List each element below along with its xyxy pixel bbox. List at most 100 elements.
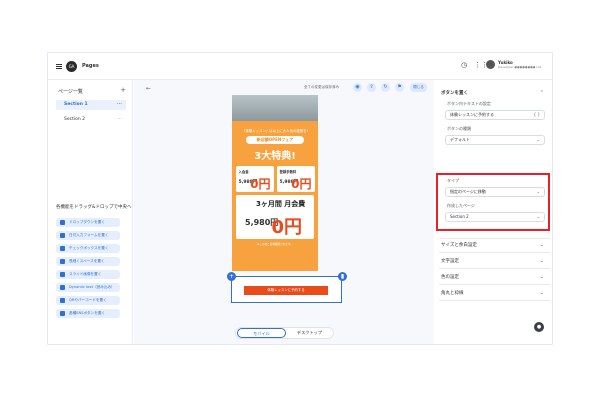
save-status: 全ての変更は保存済み bbox=[304, 85, 339, 89]
section-corner-border[interactable]: 角丸と枠線 bbox=[441, 290, 464, 296]
delete-icon[interactable]: ▮ bbox=[338, 272, 347, 281]
cta-button[interactable]: 体験レッスンに予約する bbox=[244, 286, 328, 295]
chevron-down-icon: ⌄ bbox=[536, 137, 540, 142]
benefit-label: 3ヶ月間 月会費 bbox=[256, 200, 306, 208]
chevron-down-icon[interactable]: ⌄ bbox=[540, 258, 544, 264]
sns-icon bbox=[60, 311, 65, 316]
tool-label: 各種SNSボタンを置く bbox=[69, 311, 106, 315]
menu-icon[interactable] bbox=[56, 63, 62, 69]
variable-icon[interactable]: { } bbox=[534, 111, 540, 119]
benefit-new-price: 0円 bbox=[291, 177, 312, 191]
tool-label: QRやバーコードを置く bbox=[69, 298, 107, 302]
tool-slide-image[interactable]: スライド画像を置く bbox=[56, 270, 120, 279]
poster-image: 「体験レッスン」は以上に大人気の施策を! 新店舗OPENフェア 3大特典! 入会… bbox=[232, 95, 318, 271]
upload-icon[interactable]: ⇪ bbox=[367, 83, 376, 92]
tool-dropdown[interactable]: ドロップダウンを置く bbox=[56, 218, 120, 227]
section-text-settings[interactable]: 文字設定 bbox=[441, 258, 459, 264]
move-handle-icon[interactable]: + bbox=[227, 272, 236, 281]
section-color-settings[interactable]: 色の設定 bbox=[441, 274, 459, 280]
user-menu[interactable]: Yukiko Developer ●●●●●●●● Ltd. bbox=[486, 60, 542, 69]
tool-date-input[interactable]: 日付入力フォームを置く bbox=[56, 231, 120, 240]
poster-fine-print: ※このあと自動継続されます。 bbox=[257, 243, 293, 246]
preview-icon[interactable]: ◉ bbox=[353, 83, 362, 92]
clock-icon[interactable]: ◷ bbox=[460, 61, 468, 69]
divider bbox=[439, 284, 550, 285]
tool-label: 日付入力フォームを置く bbox=[69, 233, 109, 237]
divider bbox=[439, 300, 550, 301]
tool-label: ドロップダウンを置く bbox=[69, 220, 105, 224]
spacer-icon bbox=[60, 259, 65, 264]
chevron-down-icon: ⌄ bbox=[536, 189, 540, 194]
poster-top-text: 「体験レッスン」は以上に大人気の施策を! bbox=[242, 129, 308, 133]
page-item-label: Section 2 bbox=[64, 117, 86, 122]
share-icon[interactable]: ↻ bbox=[381, 83, 390, 92]
tool-checkbox[interactable]: チェックボックスを置く bbox=[56, 244, 120, 253]
checkbox-icon bbox=[60, 246, 65, 251]
button-kind-select[interactable]: デフォルト ⌄ bbox=[445, 135, 545, 145]
view-toggle: モバイル デスクトップ bbox=[235, 327, 334, 339]
target-page-value: Section 2 bbox=[450, 214, 469, 219]
top-bar: GA Pages ◷ ⋮⋮ Yukiko Developer ●●●●●●●● … bbox=[48, 53, 552, 80]
tool-label: 長細くスペースを置く bbox=[69, 259, 105, 263]
editor-canvas: ← 全ての変更は保存済み ◉ ⇪ ↻ ⚑ 閉じる 「体験レッスン」は以上に大人気… bbox=[134, 80, 434, 344]
divider bbox=[439, 268, 550, 269]
button-section-title: ボタンを置く bbox=[441, 91, 468, 96]
pages-header: ページ一覧 + bbox=[58, 87, 126, 96]
type-select[interactable]: 指定のページに移動 ⌄ bbox=[445, 187, 545, 197]
sidebar: ページ一覧 + Section 1 ··· Section 2 ··· 各機能を… bbox=[48, 80, 133, 344]
benefit-card-large: 3ヶ月間 月会費 5,980円 0円 bbox=[236, 195, 314, 239]
benefit-new-price: 0円 bbox=[250, 177, 271, 191]
close-button[interactable]: 閉じる bbox=[410, 83, 427, 92]
image-icon bbox=[60, 272, 65, 277]
chat-icon[interactable]: ● bbox=[534, 322, 544, 332]
chevron-down-icon: ⌄ bbox=[536, 214, 540, 219]
tool-sns-buttons[interactable]: 各種SNSボタンを置く bbox=[56, 309, 120, 318]
benefit-card: 入会金 5,980円 0円 bbox=[235, 166, 274, 192]
poster-photo bbox=[232, 95, 318, 121]
publish-icon[interactable]: ⚑ bbox=[395, 83, 404, 92]
tool-qr-code[interactable]: QRやバーコードを置く bbox=[56, 296, 120, 305]
poster-headline: 3大特典! bbox=[254, 151, 296, 162]
target-page-select[interactable]: Section 2 ⌄ bbox=[445, 212, 545, 222]
benefit-card: 登録手数料 5,980円 0円 bbox=[276, 166, 315, 192]
back-arrow-icon[interactable]: ← bbox=[146, 85, 151, 92]
pages-title: ページ一覧 bbox=[58, 89, 83, 95]
chevron-down-icon[interactable]: ⌄ bbox=[540, 242, 544, 248]
target-page-label: 作成したページ bbox=[447, 203, 475, 208]
more-icon[interactable]: ··· bbox=[118, 115, 122, 125]
more-icon[interactable]: ··· bbox=[117, 100, 122, 110]
selected-button-block[interactable]: 体験レッスンに予約する bbox=[231, 276, 342, 303]
chevron-up-icon[interactable]: ⌃ bbox=[540, 90, 544, 96]
type-value: 指定のページに移動 bbox=[450, 189, 486, 194]
grid-icon[interactable]: ⋮⋮ bbox=[474, 61, 488, 69]
chevron-down-icon[interactable]: ⌄ bbox=[540, 274, 544, 280]
button-text-value: 体験レッスンに予約する bbox=[450, 112, 494, 117]
divider bbox=[439, 238, 550, 239]
benefit-label: 登録手数料 bbox=[279, 170, 297, 174]
tool-dynamic-text[interactable]: Dynamic text（読み込み） bbox=[56, 283, 120, 292]
page-item-section-2[interactable]: Section 2 ··· bbox=[56, 115, 126, 125]
button-text-field[interactable]: 体験レッスンに予約する { } bbox=[445, 110, 545, 120]
app-window: GA Pages ◷ ⋮⋮ Yukiko Developer ●●●●●●●● … bbox=[47, 52, 553, 345]
avatar bbox=[486, 60, 496, 69]
app-title: Pages bbox=[82, 63, 99, 69]
page-item-section-1[interactable]: Section 1 ··· bbox=[56, 100, 126, 110]
benefit-label: 入会金 bbox=[238, 170, 249, 174]
mobile-view-button[interactable]: モバイル bbox=[237, 328, 286, 338]
add-page-icon[interactable]: + bbox=[120, 87, 126, 95]
user-subtitle: Developer ●●●●●●●● Ltd. bbox=[498, 65, 542, 69]
button-text-label: ボタン内テキストの設定 bbox=[447, 101, 491, 106]
chevron-down-icon[interactable]: ⌄ bbox=[540, 290, 544, 296]
drag-instructions: 各機能をドラッグ&ドロップで中央へ bbox=[56, 205, 132, 210]
text-icon bbox=[60, 285, 65, 290]
section-size-spacing[interactable]: サイズと余白設定 bbox=[441, 242, 477, 248]
type-label: タイプ bbox=[447, 178, 459, 183]
tool-label: チェックボックスを置く bbox=[69, 246, 109, 250]
benefit-new-price: 0円 bbox=[271, 217, 302, 238]
tool-label: スライド画像を置く bbox=[69, 272, 102, 276]
divider bbox=[439, 252, 550, 253]
desktop-view-button[interactable]: デスクトップ bbox=[286, 328, 333, 338]
dropdown-icon bbox=[60, 220, 65, 225]
tool-spacer[interactable]: 長細くスペースを置く bbox=[56, 257, 120, 266]
page-item-label: Section 1 bbox=[64, 102, 88, 107]
